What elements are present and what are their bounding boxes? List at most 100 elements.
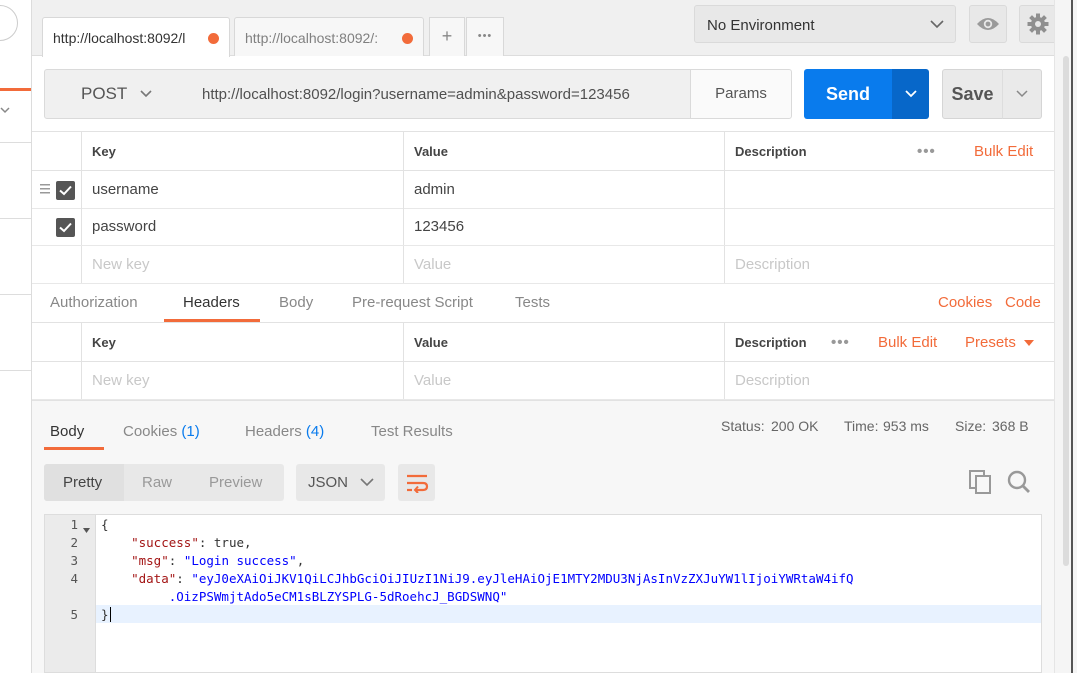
sidebar-divider xyxy=(0,218,31,219)
tab-options-button[interactable]: ••• xyxy=(466,17,504,56)
param-key[interactable]: password xyxy=(81,208,403,245)
line-number: 1 xyxy=(70,517,78,532)
new-header-row: New key Value Description xyxy=(32,362,1054,400)
response-body-editor[interactable]: 1 2 3 4 5 { "success": true, "msg": "Log… xyxy=(44,514,1042,673)
wrap-lines-button[interactable] xyxy=(398,464,435,501)
new-key-input[interactable]: New key xyxy=(81,362,403,399)
new-value-input[interactable]: Value xyxy=(403,362,724,399)
param-value[interactable]: 123456 xyxy=(403,208,724,245)
bulk-edit-link[interactable]: Bulk Edit xyxy=(878,334,937,351)
settings-button[interactable] xyxy=(1019,5,1057,43)
json-key: "success" xyxy=(131,535,199,550)
fold-caret-icon[interactable] xyxy=(83,521,90,536)
row-enabled-checkbox[interactable] xyxy=(56,218,75,237)
chevron-down-icon xyxy=(359,474,375,494)
environment-quick-look-button[interactable] xyxy=(969,5,1007,43)
environment-select-value: No Environment xyxy=(707,17,815,34)
more-icon[interactable]: ••• xyxy=(831,334,850,351)
copy-button[interactable] xyxy=(969,470,991,498)
code-line: .OizPSWmjtAdo5eCM1sBLZYSPLG-5dRoehcJ_BGD… xyxy=(101,589,508,604)
window-edge xyxy=(1071,0,1073,673)
code-link[interactable]: Code xyxy=(1005,294,1041,311)
param-value[interactable]: admin xyxy=(403,171,724,208)
presets-dropdown[interactable]: Presets xyxy=(965,334,1035,351)
tab-pre-request-script[interactable]: Pre-request Script xyxy=(352,294,473,311)
copy-icon xyxy=(969,470,991,494)
wrap-lines-icon xyxy=(406,474,428,493)
status-value[interactable]: 200 OK xyxy=(771,418,818,434)
param-key[interactable]: username xyxy=(81,171,403,208)
time-label: Time: xyxy=(844,418,879,434)
request-tab-1[interactable]: http://localhost:8092/l xyxy=(42,17,230,57)
cookies-link[interactable]: Cookies xyxy=(938,294,992,311)
search-button[interactable] xyxy=(1007,470,1031,498)
time-value[interactable]: 953 ms xyxy=(883,418,929,434)
params-button[interactable]: Params xyxy=(690,69,792,119)
param-description[interactable] xyxy=(724,171,1054,208)
chevron-down-icon[interactable] xyxy=(0,104,10,118)
text-cursor xyxy=(109,607,111,622)
check-icon xyxy=(59,185,72,196)
column-header-value: Value xyxy=(403,323,724,361)
tab-headers[interactable]: Headers xyxy=(183,294,240,311)
gear-icon xyxy=(1027,13,1049,35)
request-tab-label: http://localhost:8092/l xyxy=(53,30,186,46)
unsaved-dot-icon xyxy=(208,33,219,44)
url-input[interactable]: http://localhost:8092/login?username=adm… xyxy=(188,69,691,119)
line-number: 5 xyxy=(70,607,78,622)
format-pretty[interactable]: Pretty xyxy=(63,474,102,491)
tab-body[interactable]: Body xyxy=(279,294,313,311)
format-raw[interactable]: Raw xyxy=(142,474,172,491)
response-tab-test-results[interactable]: Test Results xyxy=(371,423,453,440)
environment-select[interactable]: No Environment xyxy=(694,5,956,43)
send-button[interactable]: Send xyxy=(804,69,892,119)
tab-tests[interactable]: Tests xyxy=(515,294,550,311)
language-select[interactable]: JSON xyxy=(296,464,385,501)
new-key-input[interactable]: New key xyxy=(81,246,403,283)
row-enabled-checkbox[interactable] xyxy=(56,181,75,200)
headers-table-header: Key Value Description ••• Bulk Edit Pres… xyxy=(32,322,1054,362)
scrollbar-thumb[interactable] xyxy=(1063,56,1069,566)
sidebar-search-box[interactable] xyxy=(0,5,18,41)
tab-authorization[interactable]: Authorization xyxy=(50,294,138,311)
response-tabs: Body Cookies (1) Headers (4) Test Result… xyxy=(32,400,1054,450)
cookies-count: (1) xyxy=(181,423,200,440)
http-method-select[interactable]: POST xyxy=(44,69,189,119)
response-tab-cookies[interactable]: Cookies (1) xyxy=(123,423,200,440)
new-description-input[interactable]: Description xyxy=(724,362,1054,399)
response-tab-cookies-label: Cookies xyxy=(123,423,178,440)
json-value: "eyJ0eXAiOiJKV1QiLCJhbGciOiJIUzI1NiJ9.ey… xyxy=(191,571,854,586)
response-tab-body[interactable]: Body xyxy=(50,423,84,440)
more-icon[interactable]: ••• xyxy=(917,143,936,160)
format-preview[interactable]: Preview xyxy=(209,474,262,491)
line-number: 2 xyxy=(70,535,78,550)
json-key: "data" xyxy=(131,571,177,586)
code-token: } xyxy=(101,607,109,622)
drag-handle-icon[interactable] xyxy=(40,182,50,200)
eye-icon xyxy=(977,18,999,30)
line-number: 3 xyxy=(70,553,78,568)
code-line: { xyxy=(101,517,109,532)
plus-icon: + xyxy=(441,26,453,46)
sidebar-divider xyxy=(0,370,31,371)
bulk-edit-link[interactable]: Bulk Edit xyxy=(974,143,1033,160)
response-tab-headers-label: Headers xyxy=(245,423,302,440)
code-line: "data": "eyJ0eXAiOiJKV1QiLCJhbGciOiJIUzI… xyxy=(131,571,854,586)
response-tab-headers[interactable]: Headers (4) xyxy=(245,423,324,440)
status-label: Status: xyxy=(721,418,765,434)
send-options-button[interactable] xyxy=(892,69,929,119)
main-scrollbar[interactable] xyxy=(1054,0,1084,673)
save-button[interactable]: Save xyxy=(942,69,1003,119)
size-value[interactable]: 368 B xyxy=(992,418,1029,434)
window-edge xyxy=(1077,0,1084,673)
new-tab-button[interactable]: + xyxy=(429,17,465,56)
param-description[interactable] xyxy=(724,208,1054,245)
json-value: "Login success" xyxy=(183,553,297,568)
new-value-input[interactable]: Value xyxy=(403,246,724,283)
request-tab-label: http://localhost:8092/: xyxy=(245,30,379,46)
save-options-button[interactable] xyxy=(1002,69,1042,119)
new-description-input[interactable]: Description xyxy=(724,246,1054,283)
headers-count: (4) xyxy=(305,423,325,440)
request-tab-2[interactable]: http://localhost:8092/: xyxy=(234,17,424,56)
code-token: { xyxy=(101,517,109,532)
